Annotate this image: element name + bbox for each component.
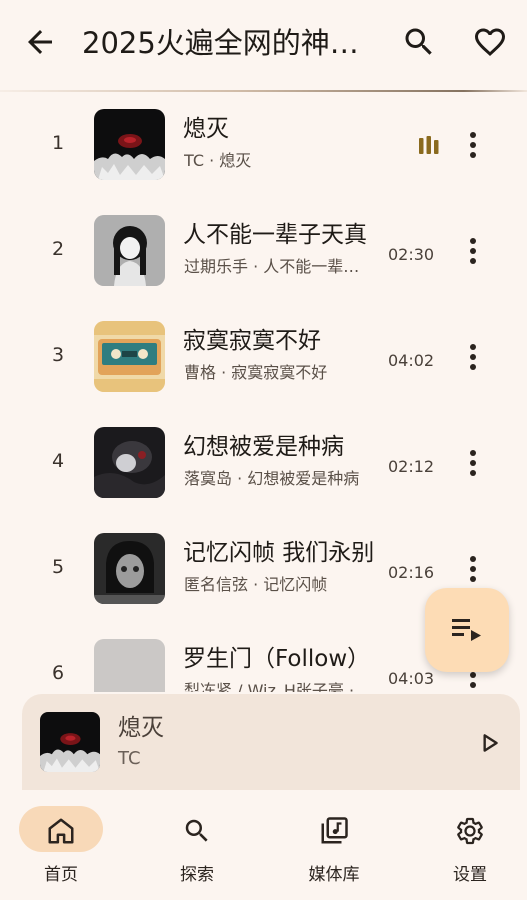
library-music-icon	[321, 817, 348, 844]
song-index: 1	[51, 132, 65, 154]
bottom-navigation: 首页 探索 媒体库 设置	[0, 790, 527, 900]
nav-label: 媒体库	[308, 865, 360, 885]
heart-outline-icon[interactable]	[472, 24, 508, 60]
song-index: 6	[51, 662, 65, 684]
song-title: 人不能一辈子天真	[183, 222, 367, 248]
more-vert-icon[interactable]	[458, 552, 488, 586]
nav-label: 设置	[453, 865, 487, 885]
nav-item-settings[interactable]: 设置	[420, 804, 520, 885]
album-cover	[94, 109, 165, 180]
song-title: 幻想被爱是种病	[183, 434, 344, 460]
song-artist-album: 梨冻紧 / Wiz_H张子豪 · …	[184, 681, 376, 692]
arrow-left-icon[interactable]	[22, 24, 58, 60]
song-duration: 02:12	[388, 457, 435, 476]
more-vert-icon[interactable]	[458, 340, 488, 374]
nav-item-home[interactable]: 首页	[11, 804, 111, 885]
player-song-title: 熄灭	[118, 715, 164, 741]
page-title: 2025火遍全网的神…	[82, 26, 359, 60]
song-row-4[interactable]: 4 幻想被爱是种病 落寞岛 · 幻想被爱是种病 02:12	[0, 410, 527, 516]
nav-label: 首页	[44, 865, 78, 885]
song-artist-album: 匿名信弦 · 记忆闪帧	[184, 575, 328, 594]
player-album-cover	[40, 712, 100, 772]
song-title: 熄灭	[183, 116, 229, 142]
song-duration: 02:30	[388, 245, 435, 264]
song-index: 5	[51, 556, 65, 578]
song-artist-album: 落寞岛 · 幻想被爱是种病	[184, 469, 360, 488]
song-title: 罗生门（Follow）	[183, 646, 371, 672]
nav-label: 探索	[180, 865, 214, 885]
song-row-2[interactable]: 2 人不能一辈子天真 过期乐手 · 人不能一辈… 02:30	[0, 198, 527, 304]
song-index: 2	[51, 238, 65, 260]
song-duration: 04:03	[388, 669, 435, 688]
nav-item-library[interactable]: 媒体库	[284, 804, 384, 885]
song-duration: 02:16	[388, 563, 435, 582]
top-app-bar: 2025火遍全网的神…	[0, 0, 527, 90]
search-icon[interactable]	[401, 24, 437, 60]
settings-gear-icon	[457, 817, 483, 845]
song-artist-album: 过期乐手 · 人不能一辈…	[184, 257, 360, 276]
more-vert-icon[interactable]	[458, 128, 488, 162]
search-icon	[185, 819, 208, 842]
song-duration: 04:02	[388, 351, 435, 370]
album-cover	[94, 639, 165, 692]
album-cover	[94, 533, 165, 604]
home-icon	[48, 818, 74, 844]
song-artist-album: TC · 熄灭	[184, 151, 252, 170]
now-playing-equalizer-icon	[419, 136, 439, 154]
more-vert-icon[interactable]	[458, 446, 488, 480]
mini-player[interactable]: 熄灭 TC	[22, 694, 520, 790]
album-cover	[94, 427, 165, 498]
playlist-fab-button[interactable]	[425, 588, 509, 672]
nav-item-explore[interactable]: 探索	[147, 804, 247, 885]
album-cover	[94, 215, 165, 286]
song-index: 4	[51, 450, 65, 472]
song-title: 记忆闪帧 我们永别	[183, 540, 375, 566]
song-row-3[interactable]: 3 寂寞寂寞不好 曹格 · 寂寞寂寞不好 04:02	[0, 304, 527, 410]
song-title: 寂寞寂寞不好	[183, 328, 321, 354]
queue-music-icon	[452, 619, 481, 641]
album-cover	[94, 321, 165, 392]
play-icon[interactable]	[476, 730, 502, 756]
song-index: 3	[51, 344, 65, 366]
song-artist-album: 曹格 · 寂寞寂寞不好	[184, 363, 328, 382]
song-row-1[interactable]: 1 熄灭 TC · 熄灭	[0, 92, 527, 198]
player-artist: TC	[118, 748, 141, 769]
more-vert-icon[interactable]	[458, 234, 488, 268]
